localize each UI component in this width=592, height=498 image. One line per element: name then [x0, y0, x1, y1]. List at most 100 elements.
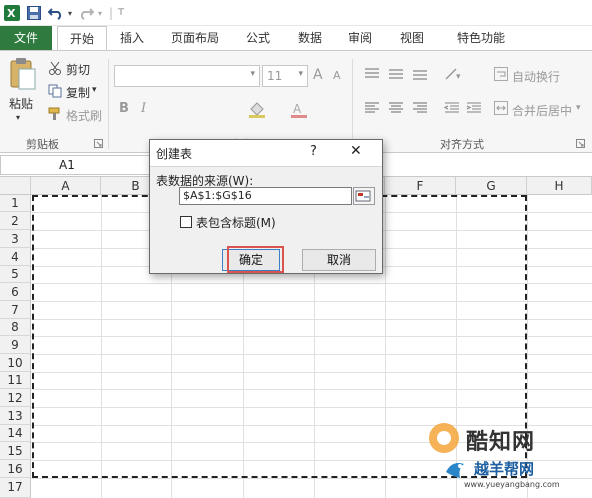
- align-bottom-icon[interactable]: [412, 67, 428, 81]
- watermark-brand-2: 越羊帮网: [474, 460, 535, 478]
- clipboard-group-label: 剪贴板: [26, 138, 59, 151]
- format-painter-button[interactable]: 格式刷: [66, 107, 102, 124]
- merge-center-button[interactable]: 合并后居中: [512, 102, 572, 119]
- redo-dropdown-icon[interactable]: ▾: [96, 4, 104, 22]
- row-header[interactable]: 14: [0, 425, 31, 442]
- merge-center-icon[interactable]: [494, 101, 508, 115]
- watermark-logo-icon: [426, 420, 462, 456]
- bold-button[interactable]: B: [119, 101, 129, 116]
- font-name-dropdown[interactable]: ▾: [114, 65, 260, 87]
- row-header[interactable]: 7: [0, 301, 31, 319]
- chevron-down-icon: ▾: [298, 69, 303, 79]
- row-header[interactable]: 15: [0, 442, 31, 460]
- tab-review[interactable]: 审阅: [338, 26, 382, 50]
- align-right-icon[interactable]: [412, 101, 428, 115]
- tab-formulas[interactable]: 公式: [236, 26, 280, 50]
- alignment-launcher-icon[interactable]: [576, 137, 585, 148]
- cut-button[interactable]: 剪切: [66, 61, 90, 78]
- customize-qat-icon[interactable]: ⊤: [116, 4, 126, 22]
- align-middle-icon[interactable]: [388, 67, 404, 81]
- row-header[interactable]: 5: [0, 266, 31, 283]
- column-header-f[interactable]: F: [385, 177, 456, 195]
- grow-font-button[interactable]: A: [313, 67, 323, 83]
- wrap-text-icon[interactable]: [494, 67, 508, 81]
- paste-icon[interactable]: [8, 57, 38, 91]
- excel-logo-icon: X: [4, 4, 20, 22]
- ribbon-separator: [352, 59, 353, 149]
- collapse-dialog-icon[interactable]: [353, 187, 375, 205]
- clipboard-launcher-icon[interactable]: [94, 137, 103, 148]
- ribbon-separator: [108, 59, 109, 149]
- copy-button[interactable]: 复制: [66, 84, 90, 101]
- name-box-value: A1: [59, 158, 75, 172]
- tab-insert[interactable]: 插入: [110, 26, 154, 50]
- svg-text:X: X: [7, 7, 16, 20]
- decrease-indent-icon[interactable]: [443, 101, 460, 115]
- font-size-value: 11: [267, 69, 283, 83]
- format-painter-icon: [48, 107, 62, 121]
- copy-dropdown-icon[interactable]: ▾: [92, 85, 97, 95]
- row-header[interactable]: 2: [0, 212, 31, 230]
- scissors-icon: [48, 61, 62, 75]
- row-header[interactable]: 4: [0, 248, 31, 266]
- range-input[interactable]: $A$1:$G$16: [179, 187, 352, 205]
- close-button[interactable]: ✕: [350, 143, 362, 159]
- row-header[interactable]: 11: [0, 372, 31, 389]
- fill-color-icon[interactable]: [248, 101, 270, 119]
- row-header[interactable]: 9: [0, 336, 31, 354]
- has-headers-label[interactable]: 表包含标题(M): [196, 214, 276, 231]
- undo-icon[interactable]: [48, 4, 64, 22]
- column-header-h[interactable]: H: [527, 177, 592, 195]
- tab-special-features[interactable]: 特色功能: [444, 26, 518, 50]
- row-header[interactable]: 3: [0, 230, 31, 248]
- align-center-icon[interactable]: [388, 101, 404, 115]
- orientation-icon[interactable]: ▾: [444, 67, 466, 82]
- row-header[interactable]: 16: [0, 460, 31, 478]
- svg-text:A: A: [293, 102, 302, 116]
- row-header[interactable]: 12: [0, 389, 31, 407]
- shrink-font-button[interactable]: A: [333, 69, 341, 82]
- help-button[interactable]: ?: [310, 144, 317, 159]
- copy-icon: [48, 84, 62, 98]
- row-header[interactable]: 1: [0, 195, 31, 212]
- row-header[interactable]: 10: [0, 354, 31, 372]
- font-color-icon[interactable]: A: [290, 101, 312, 119]
- tab-view[interactable]: 视图: [390, 26, 434, 50]
- paste-button[interactable]: 粘贴: [9, 95, 33, 112]
- italic-button[interactable]: I: [141, 101, 146, 116]
- redo-icon[interactable]: [78, 4, 94, 22]
- font-size-dropdown[interactable]: 11 ▾: [262, 65, 308, 87]
- column-header-g[interactable]: G: [456, 177, 527, 195]
- watermark-url: www.yueyangbang.com: [464, 480, 560, 489]
- save-icon[interactable]: [26, 4, 42, 22]
- tab-page-layout[interactable]: 页面布局: [160, 26, 230, 50]
- tab-data[interactable]: 数据: [288, 26, 332, 50]
- watermark: 酷知网 越羊帮网 www.yueyangbang.com: [352, 418, 592, 498]
- undo-dropdown-icon[interactable]: ▾: [66, 4, 74, 22]
- wrap-text-button[interactable]: 自动换行: [512, 68, 560, 85]
- range-input-value: $A$1:$G$16: [183, 189, 252, 202]
- column-header-a[interactable]: A: [31, 177, 101, 195]
- align-left-icon[interactable]: [364, 101, 380, 115]
- row-header[interactable]: 17: [0, 478, 31, 498]
- increase-indent-icon[interactable]: [466, 101, 482, 115]
- ok-highlight-box: [227, 246, 284, 273]
- dialog-title-bar: 创建表 ? ✕: [150, 140, 382, 166]
- name-box[interactable]: A1: [0, 155, 150, 175]
- paste-dropdown-icon[interactable]: ▾: [16, 113, 20, 122]
- qat-separator: |: [108, 6, 114, 20]
- alignment-group-label: 对齐方式: [440, 138, 484, 151]
- dialog-title: 创建表: [156, 147, 193, 161]
- row-header[interactable]: 8: [0, 319, 31, 336]
- select-all-corner[interactable]: [0, 177, 31, 195]
- has-headers-checkbox[interactable]: [180, 216, 192, 228]
- create-table-dialog: 创建表 ? ✕ 表数据的来源(W): $A$1:$G$16 表包含标题(M) 确…: [149, 139, 383, 274]
- align-top-icon[interactable]: [364, 67, 380, 81]
- tab-home[interactable]: 开始: [57, 26, 107, 51]
- merge-dropdown-icon[interactable]: ▾: [576, 103, 581, 113]
- tab-file[interactable]: 文件: [0, 26, 52, 50]
- row-header[interactable]: 13: [0, 407, 31, 425]
- quick-access-toolbar: X ▾ ▾ | ⊤: [0, 0, 592, 26]
- row-header[interactable]: 6: [0, 283, 31, 301]
- cancel-button[interactable]: 取消: [302, 249, 376, 271]
